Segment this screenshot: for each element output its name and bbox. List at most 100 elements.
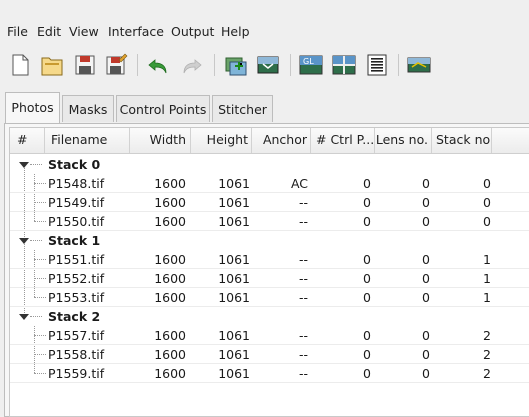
table-row[interactable]: P1553.tif 1600 1061 -- 0 0 1 [10, 288, 529, 307]
menu-view[interactable]: View [69, 24, 99, 39]
tree-connector [34, 259, 46, 260]
tree-connector [30, 316, 42, 317]
group-label: Stack 0 [48, 157, 101, 172]
col-width[interactable]: Width [130, 128, 191, 153]
cell-stack-no: 2 [483, 328, 491, 343]
collapse-arrow-icon[interactable] [19, 238, 29, 244]
tree-connector [34, 297, 46, 298]
menu-help[interactable]: Help [221, 24, 250, 39]
layout-icon [367, 54, 387, 76]
tab-control-points[interactable]: Control Points [116, 95, 210, 122]
tree-connector [34, 354, 46, 355]
remove-images-button[interactable] [255, 52, 281, 78]
new-button[interactable] [7, 52, 33, 78]
cell-width: 1600 [154, 195, 186, 210]
stitch-icon [407, 57, 431, 73]
save-icon [75, 55, 95, 75]
col-anchor[interactable]: Anchor [252, 128, 311, 153]
cell-anchor: -- [298, 195, 308, 210]
table-row[interactable]: P1549.tif 1600 1061 -- 0 0 0 [10, 193, 529, 212]
open-button[interactable] [39, 52, 65, 78]
cell-width: 1600 [154, 347, 186, 362]
cell-filename: P1549.tif [48, 195, 105, 210]
table-row[interactable]: P1551.tif 1600 1061 -- 0 0 1 [10, 250, 529, 269]
group-label: Stack 2 [48, 309, 101, 324]
menu-interface[interactable]: Interface [108, 24, 164, 39]
cell-anchor: -- [298, 290, 308, 305]
new-icon [12, 54, 29, 76]
col-stack-no[interactable]: Stack no. [432, 128, 492, 153]
tab-bar: Photos Masks Control Points Stitcher [0, 92, 529, 124]
cell-anchor: -- [298, 252, 308, 267]
tree-connector [34, 278, 46, 279]
tree-connector [34, 202, 46, 203]
save-button[interactable] [72, 52, 98, 78]
cell-lens-no: 0 [422, 347, 430, 362]
cell-lens-no: 0 [422, 366, 430, 381]
col-filename[interactable]: Filename [45, 128, 130, 153]
table-row[interactable]: P1559.tif 1600 1061 -- 0 0 2 [10, 364, 529, 383]
tab-stitcher[interactable]: Stitcher [212, 95, 273, 122]
col-ctrl-points[interactable]: # Ctrl P... [311, 128, 375, 153]
menu-edit[interactable]: Edit [37, 24, 61, 39]
cell-lens-no: 0 [422, 195, 430, 210]
table-row[interactable]: P1552.tif 1600 1061 -- 0 0 1 [10, 269, 529, 288]
cell-lens-no: 0 [422, 271, 430, 286]
cell-anchor: -- [298, 271, 308, 286]
cell-anchor: -- [298, 214, 308, 229]
table-row[interactable]: P1550.tif 1600 1061 -- 0 0 0 [10, 212, 529, 231]
cell-stack-no: 1 [483, 290, 491, 305]
cell-stack-no: 0 [483, 214, 491, 229]
table-row[interactable]: P1557.tif 1600 1061 -- 0 0 2 [10, 326, 529, 345]
redo-button[interactable] [178, 52, 204, 78]
collapse-arrow-icon[interactable] [19, 162, 29, 168]
cell-ctrl-points: 0 [363, 195, 371, 210]
fast-preview-button[interactable] [331, 52, 357, 78]
cell-width: 1600 [154, 366, 186, 381]
table-row[interactable]: P1548.tif 1600 1061 AC 0 0 0 [10, 174, 529, 193]
cell-anchor: -- [298, 328, 308, 343]
cell-height: 1061 [218, 328, 250, 343]
col-index[interactable]: # [10, 128, 45, 153]
redo-icon [183, 59, 202, 74]
cell-height: 1061 [218, 290, 250, 305]
cell-height: 1061 [218, 214, 250, 229]
save-as-button[interactable] [103, 52, 129, 78]
col-height[interactable]: Height [191, 128, 252, 153]
tree-connector [30, 240, 42, 241]
col-lens-no[interactable]: Lens no. [375, 128, 432, 153]
toolbar: GL [0, 48, 529, 82]
add-images-button[interactable] [223, 52, 249, 78]
menu-output[interactable]: Output [171, 24, 214, 39]
cell-filename: P1557.tif [48, 328, 105, 343]
cell-height: 1061 [218, 252, 250, 267]
cell-width: 1600 [154, 271, 186, 286]
menu-file[interactable]: File [7, 24, 28, 39]
image-tree[interactable]: # Filename Width Height Anchor # Ctrl P.… [9, 127, 529, 417]
stitch-button[interactable] [406, 52, 432, 78]
cell-ctrl-points: 0 [363, 176, 371, 191]
cell-filename: P1548.tif [48, 176, 105, 191]
toolbar-separator [214, 54, 215, 76]
group-row[interactable]: Stack 0 [10, 155, 529, 174]
tab-masks[interactable]: Masks [62, 95, 114, 122]
tab-photos[interactable]: Photos [5, 92, 60, 123]
layout-button[interactable] [364, 52, 390, 78]
gl-preview-icon: GL [299, 55, 323, 75]
cell-lens-no: 0 [422, 252, 430, 267]
cell-ctrl-points: 0 [363, 214, 371, 229]
gl-preview-button[interactable]: GL [298, 52, 324, 78]
group-row[interactable]: Stack 2 [10, 307, 529, 326]
tree-connector [30, 164, 42, 165]
cell-width: 1600 [154, 252, 186, 267]
cell-lens-no: 0 [422, 214, 430, 229]
cell-lens-no: 0 [422, 290, 430, 305]
undo-button[interactable] [146, 52, 172, 78]
table-row[interactable]: P1558.tif 1600 1061 -- 0 0 2 [10, 345, 529, 364]
group-row[interactable]: Stack 1 [10, 231, 529, 250]
cell-anchor: -- [298, 347, 308, 362]
table-header: # Filename Width Height Anchor # Ctrl P.… [10, 128, 529, 154]
collapse-arrow-icon[interactable] [19, 314, 29, 320]
cell-filename: P1552.tif [48, 271, 105, 286]
cell-anchor: AC [290, 176, 308, 191]
